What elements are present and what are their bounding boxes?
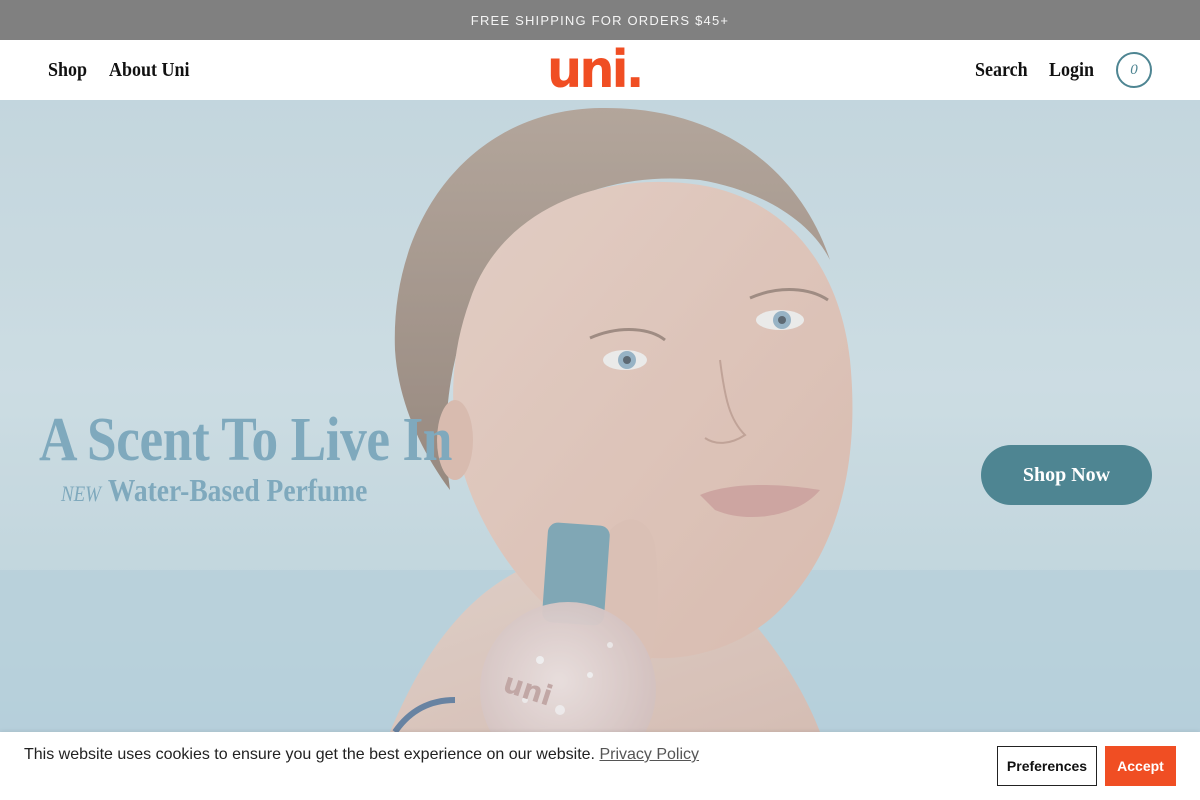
hero-subheadline: Water-Based Perfume [107,472,368,508]
new-badge: NEW [61,481,101,506]
site-logo[interactable]: uni. [547,44,645,96]
announcement-bar: FREE SHIPPING FOR ORDERS $45+ [0,0,1200,40]
shop-now-button[interactable]: Shop Now [981,445,1152,505]
hero-headline: A Scent To Live In [39,406,453,474]
logo-dot: . [625,40,645,100]
nav-about-link[interactable]: About Uni [109,40,190,100]
cart-bubble-icon[interactable]: 0 [1116,52,1152,88]
nav-shop-link[interactable]: Shop [48,40,87,100]
cart-count: 0 [1130,61,1138,78]
hero-subheadline-row: NEW Water-Based Perfume [61,472,367,509]
cookie-text: This website uses cookies to ensure you … [24,746,595,763]
hero-banner: uni A Scent To Live In NEW Water-Based Pe… [0,100,1200,732]
accept-button[interactable]: Accept [1105,746,1176,786]
site-header: Shop About Uni uni. Search Login 0 [0,40,1200,100]
announcement-text: FREE SHIPPING FOR ORDERS $45+ [470,12,730,28]
search-link[interactable]: Search [975,40,1028,100]
cookie-message: This website uses cookies to ensure you … [24,744,699,766]
privacy-policy-link[interactable]: Privacy Policy [599,746,699,763]
cookie-banner: This website uses cookies to ensure you … [0,732,1200,800]
logo-text: uni [547,40,629,100]
login-link[interactable]: Login [1049,40,1094,100]
preferences-button[interactable]: Preferences [997,746,1097,786]
